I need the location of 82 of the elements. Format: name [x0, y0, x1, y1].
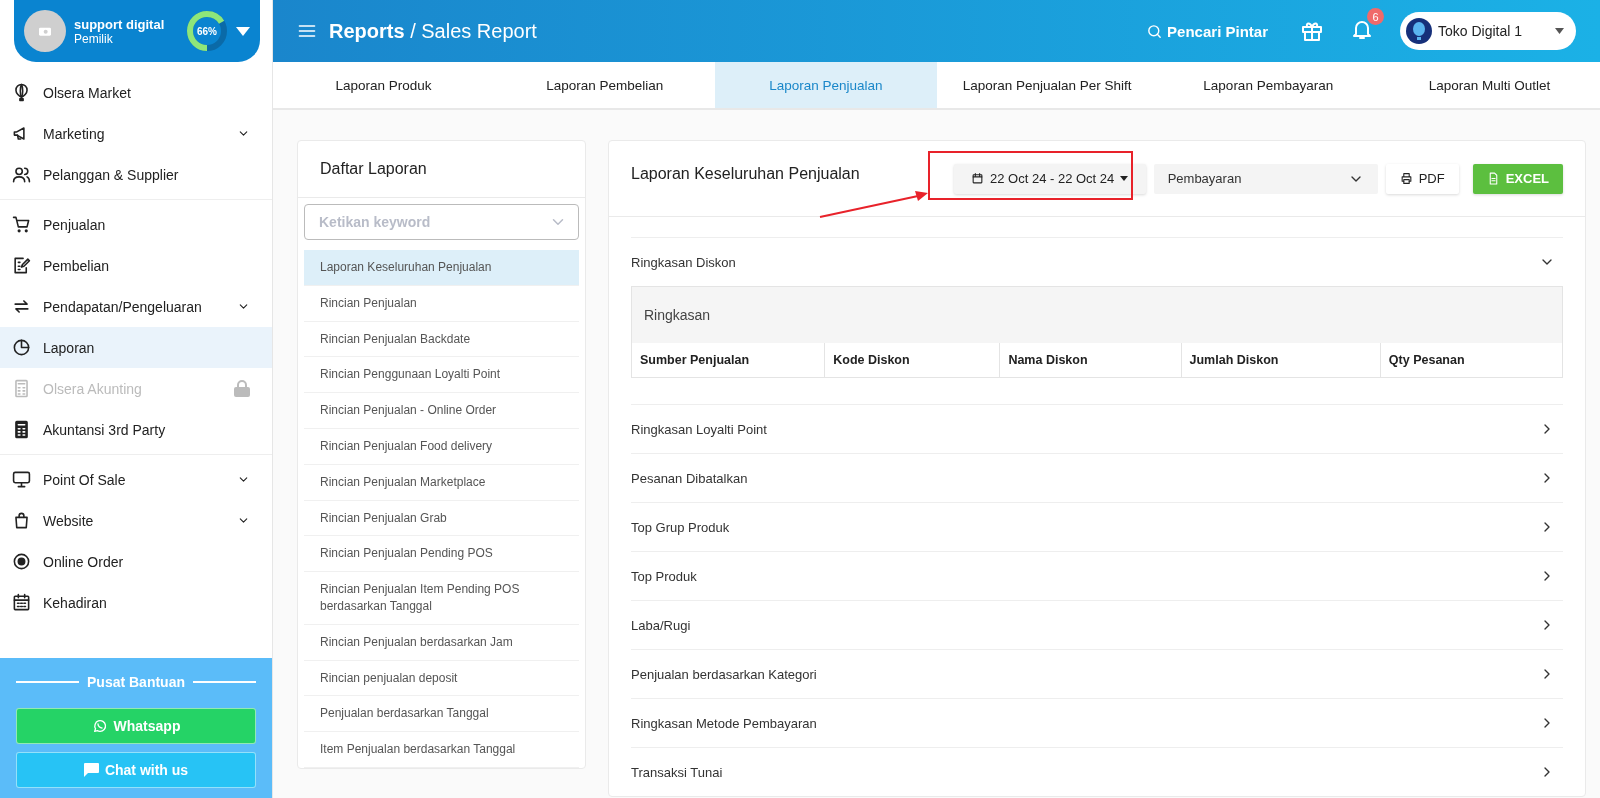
lock-icon	[234, 380, 250, 397]
report-list-item[interactable]: Rincian Penjualan Backdate	[304, 321, 579, 358]
report-list-item[interactable]: Rincian Penggunaan Loyalti Point	[304, 357, 579, 394]
swap-arrows-icon	[12, 297, 31, 316]
report-list-item[interactable]: Rincian Penjualan Grab	[304, 500, 579, 537]
sidebar-item[interactable]: Pelanggan & Supplier	[0, 154, 272, 195]
report-list-item[interactable]: Item Penjualan berdasarkan Tanggal	[304, 732, 579, 768]
report-tab[interactable]: Laporan Multi Outlet	[1378, 62, 1600, 108]
report-tab[interactable]: Laporan Penjualan Per Shift	[936, 62, 1158, 108]
sidebar-item[interactable]: Penjualan	[0, 204, 272, 245]
notification-badge: 6	[1367, 8, 1384, 25]
sidebar-item[interactable]: Point Of Sale	[0, 459, 272, 500]
monitor-icon	[12, 470, 31, 489]
sidebar-item[interactable]: Olsera Market	[0, 72, 272, 113]
search-icon	[1146, 22, 1164, 40]
radio-dot-icon	[12, 552, 31, 571]
printer-icon	[1399, 172, 1413, 185]
column-header: Kode Diskon	[825, 343, 1001, 377]
chat-bubble-icon	[83, 763, 99, 777]
whatsapp-icon	[91, 718, 108, 734]
sidebar-item[interactable]: Pendapatan/Pengeluaran	[0, 286, 272, 327]
calculator-icon	[12, 420, 31, 439]
caret-icon	[1555, 28, 1564, 34]
accordion-header[interactable]: Top Grup Produk	[631, 503, 1563, 551]
calendar-icon	[971, 172, 984, 185]
column-header: Sumber Penjualan	[632, 343, 826, 377]
pie-chart-icon	[12, 338, 31, 357]
accordion-header[interactable]: Transaksi Tunai	[631, 748, 1563, 796]
sidebar-item[interactable]: Kehadiran	[0, 582, 272, 623]
breadcrumb: Reports / Sales Report	[329, 19, 538, 43]
table-title: Ringkasan	[644, 307, 711, 323]
report-list-item[interactable]: Rincian Penjualan Food delivery	[304, 429, 579, 465]
payment-filter-dropdown[interactable]: Pembayaran	[1153, 163, 1378, 194]
help-title: Pusat Bantuan	[87, 674, 185, 690]
report-tab[interactable]: Laporan Pembayaran	[1157, 62, 1379, 108]
report-list-item[interactable]: Laporan Keseluruhan Penjualan	[304, 250, 579, 286]
user-name: support digital	[74, 16, 165, 32]
cart-icon	[12, 215, 31, 234]
accordion-header[interactable]: Ringkasan Loyalti Point	[631, 405, 1563, 453]
accordion-header[interactable]: Ringkasan Diskon	[631, 238, 1563, 286]
store-selector[interactable]: Toko Digital 1	[1400, 12, 1576, 50]
report-list-item[interactable]: Penjualan berdasarkan Tanggal	[304, 696, 579, 733]
column-header: Jumlah Diskon	[1181, 343, 1381, 377]
report-list-item[interactable]: Rincian Penjualan Item Pending POS berdasarkan Tanggal	[304, 572, 579, 625]
sidebar-item[interactable]: Website	[0, 500, 272, 541]
report-tab[interactable]: Laporan Pembelian	[494, 62, 716, 108]
edit-list-icon	[12, 256, 31, 275]
column-header: Nama Diskon	[1000, 343, 1182, 377]
sidebar-item[interactable]: Pembelian	[0, 245, 272, 286]
calculator-icon	[12, 379, 31, 398]
keyword-field[interactable]: Ketikan keyword	[304, 204, 579, 240]
users-icon	[12, 165, 31, 184]
panel-title: Daftar Laporan	[320, 160, 427, 178]
sidebar-item[interactable]: Online Order	[0, 541, 272, 582]
accordion-header[interactable]: Pesanan Dibatalkan	[631, 454, 1563, 502]
report-list-item[interactable]: Rincian Penjualan	[304, 285, 579, 322]
sidebar-item[interactable]: Marketing	[0, 113, 272, 154]
report-list-item[interactable]: Rincian Penjualan Marketplace	[304, 464, 579, 501]
date-range-button[interactable]: 22 Oct 24 - 22 Oct 24	[953, 163, 1146, 194]
report-list-item[interactable]: Rincian Penjualan - Online Order	[304, 393, 579, 429]
column-header: Qty Pesanan	[1387, 352, 1466, 369]
calendar-icon	[12, 593, 31, 612]
sidebar-item[interactable]: Laporan	[0, 327, 272, 368]
report-list-item[interactable]: Rincian penjualan deposit	[304, 660, 579, 697]
report-list-item[interactable]: Rincian Penjualan Pending POS	[304, 536, 579, 573]
shopping-bag-icon	[12, 511, 31, 530]
pdf-button[interactable]: PDF	[1385, 163, 1459, 194]
accordion-header[interactable]: Ringkasan Metode Pembayaran	[631, 699, 1563, 747]
balloon-logo-icon	[1406, 18, 1432, 44]
accordion-header[interactable]: Top Produk	[631, 552, 1563, 600]
profile-card[interactable]: support digital Pemilik 66%	[14, 0, 260, 62]
caret-icon	[1120, 176, 1129, 181]
user-role: Pemilik	[74, 31, 113, 46]
sidebar-item[interactable]: Akuntansi 3rd Party	[0, 409, 272, 450]
report-title: Laporan Keseluruhan Penjualan	[631, 164, 861, 183]
balloon-icon	[12, 83, 31, 102]
report-tab[interactable]: Laporan Produk	[273, 62, 495, 108]
caret-icon[interactable]	[236, 26, 250, 36]
report-list-item[interactable]: Rincian Penjualan berdasarkan Jam	[304, 624, 579, 661]
accordion-header[interactable]: Laba/Rugi	[631, 601, 1563, 649]
accordion-header[interactable]: Penjualan berdasarkan Kategori	[631, 650, 1563, 698]
progress-text: 66%	[196, 24, 218, 39]
